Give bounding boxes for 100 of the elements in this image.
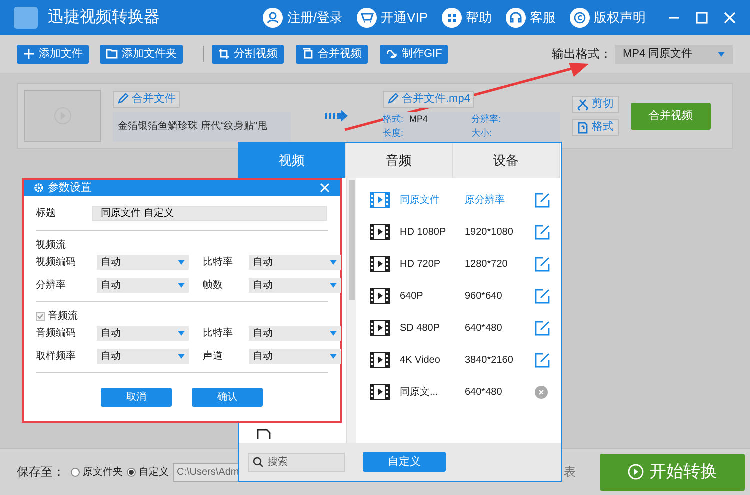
save-to-label: 保存至： xyxy=(17,464,65,481)
close-icon[interactable] xyxy=(724,12,736,24)
close-icon[interactable] xyxy=(320,183,330,193)
path-field[interactable]: C:\Users\Adm xyxy=(173,462,241,482)
window-title: 迅捷视频转换器 xyxy=(48,8,160,28)
film-icon xyxy=(370,256,390,272)
audio-stream-checkbox[interactable]: 音频流 xyxy=(36,309,328,324)
preset-row[interactable]: HD 1080P 1920*1080 xyxy=(370,216,561,248)
info-text: 长度: xyxy=(383,126,405,140)
custom-button[interactable]: 自定义 xyxy=(363,452,446,472)
edit-icon[interactable] xyxy=(535,192,550,208)
crop-icon xyxy=(218,48,230,60)
film-icon xyxy=(370,384,390,400)
save-option-radio[interactable]: 原文件夹 xyxy=(71,464,123,480)
info-text: 分辨率: xyxy=(472,113,502,126)
toolbar-button[interactable]: 制作GIF xyxy=(380,44,448,64)
preset-name: 同原文件 xyxy=(400,194,441,208)
merge-video-button[interactable]: 合并视频 xyxy=(631,102,711,130)
output-format-dropdown[interactable]: MP4 同原文件 xyxy=(615,44,733,64)
grid-icon xyxy=(442,8,462,28)
edit-icon[interactable] xyxy=(535,256,550,272)
dropdown-arrow-icon xyxy=(330,260,337,265)
toolbar-button[interactable]: 合并视频 xyxy=(296,44,368,64)
dropdown-arrow-icon xyxy=(178,283,185,288)
copyright-icon xyxy=(570,8,590,28)
action-button[interactable]: 格式 xyxy=(572,119,619,136)
arrow-right-icon xyxy=(325,110,349,122)
action-button[interactable]: 剪切 xyxy=(572,96,619,113)
header-link[interactable]: 版权声明 xyxy=(570,8,646,28)
play-icon xyxy=(628,464,644,480)
dropdown[interactable]: 自动 xyxy=(249,349,341,364)
dropdown[interactable]: 自动 xyxy=(249,326,341,341)
edit-icon[interactable] xyxy=(535,320,550,336)
header-link[interactable]: 注册/登录 xyxy=(263,8,344,28)
field-label: 分辨率 xyxy=(36,278,67,293)
pencil-icon xyxy=(117,93,129,105)
header-link[interactable]: 帮助 xyxy=(442,8,492,28)
source-name-button[interactable]: 合并文件 xyxy=(113,90,180,108)
preset-row[interactable]: 640P 960*640 xyxy=(370,280,561,312)
preset-row[interactable]: 同原文件 原分辨率 xyxy=(370,184,561,216)
format-tab[interactable]: 设备 xyxy=(453,143,560,178)
preset-name: SD 480P xyxy=(400,322,442,336)
preset-row[interactable]: SD 480P 640*480 xyxy=(370,312,561,344)
scrollbar-thumb[interactable] xyxy=(349,180,355,300)
info-text: 格式: MP4 xyxy=(383,113,430,126)
cart-icon xyxy=(357,8,378,28)
field-label: 声道 xyxy=(203,350,224,364)
preset-resolution: 960*640 xyxy=(465,290,504,304)
dropdown[interactable]: 自动 xyxy=(97,349,189,364)
output-format-label: 输出格式： xyxy=(552,46,612,63)
preset-row[interactable]: 4K Video 3840*2160 xyxy=(370,344,561,376)
headset-icon xyxy=(506,8,526,28)
title-input[interactable]: 同原文件 自定义 xyxy=(92,206,327,221)
film-icon xyxy=(370,192,390,208)
dropdown[interactable]: 自动 xyxy=(97,326,189,341)
toolbar-button[interactable]: 添加文件 xyxy=(17,44,89,64)
preset-name: HD 1080P xyxy=(400,226,448,240)
dialog-title: 参数设置 xyxy=(48,180,92,196)
gear-icon xyxy=(34,183,44,193)
preset-name: 4K Video xyxy=(400,354,442,368)
save-option-radio[interactable]: 自定义 xyxy=(127,464,169,480)
film-icon xyxy=(370,224,390,240)
dropdown-arrow-icon xyxy=(178,354,185,359)
toolbar-button[interactable]: 分割视频 xyxy=(212,44,284,64)
edit-icon[interactable] xyxy=(535,224,550,240)
remove-icon[interactable] xyxy=(535,386,548,398)
dropdown-arrow-icon xyxy=(718,52,725,56)
dropdown[interactable]: 自动 xyxy=(249,278,341,293)
dropdown[interactable]: 自动 xyxy=(97,255,189,270)
search-input[interactable]: 搜索 xyxy=(268,454,338,470)
format-tab[interactable]: 音频 xyxy=(346,143,453,178)
dropdown[interactable]: 自动 xyxy=(249,255,341,270)
copy-icon xyxy=(302,48,314,60)
field-label: 取样频率 xyxy=(36,350,77,364)
pencil-icon xyxy=(387,93,399,105)
app-logo-icon xyxy=(14,6,38,28)
section-label: 视频流 xyxy=(36,238,67,253)
film-icon xyxy=(370,288,390,304)
preset-name: 同原文... xyxy=(400,386,440,400)
dropdown-arrow-icon xyxy=(330,331,337,336)
maximize-icon[interactable] xyxy=(696,12,708,24)
partial-text: 表 xyxy=(564,464,576,481)
header-link[interactable]: 开通VIP xyxy=(357,8,428,28)
search-field[interactable]: 搜索 xyxy=(248,452,345,472)
toolbar-button[interactable]: 添加文件夹 xyxy=(100,44,183,64)
edit-icon[interactable] xyxy=(535,288,550,304)
dialog-button[interactable]: 确认 xyxy=(192,388,263,407)
preset-row[interactable]: HD 720P 1280*720 xyxy=(370,248,561,280)
user-icon xyxy=(263,8,284,28)
dropdown[interactable]: 自动 xyxy=(97,278,189,293)
field-label: 帧数 xyxy=(203,278,224,293)
output-name-button[interactable]: 合并文件.mp4 xyxy=(383,90,474,108)
preset-row[interactable]: 同原文... 640*480 xyxy=(370,376,561,408)
dialog-button[interactable]: 取消 xyxy=(101,388,172,407)
preset-resolution: 原分辨率 xyxy=(465,194,506,208)
field-label: 比特率 xyxy=(203,256,234,270)
edit-icon[interactable] xyxy=(535,352,550,368)
start-convert-button[interactable]: 开始转换 xyxy=(600,454,745,490)
header-link[interactable]: 客服 xyxy=(506,8,556,28)
format-tab[interactable]: 视频 xyxy=(239,143,346,178)
